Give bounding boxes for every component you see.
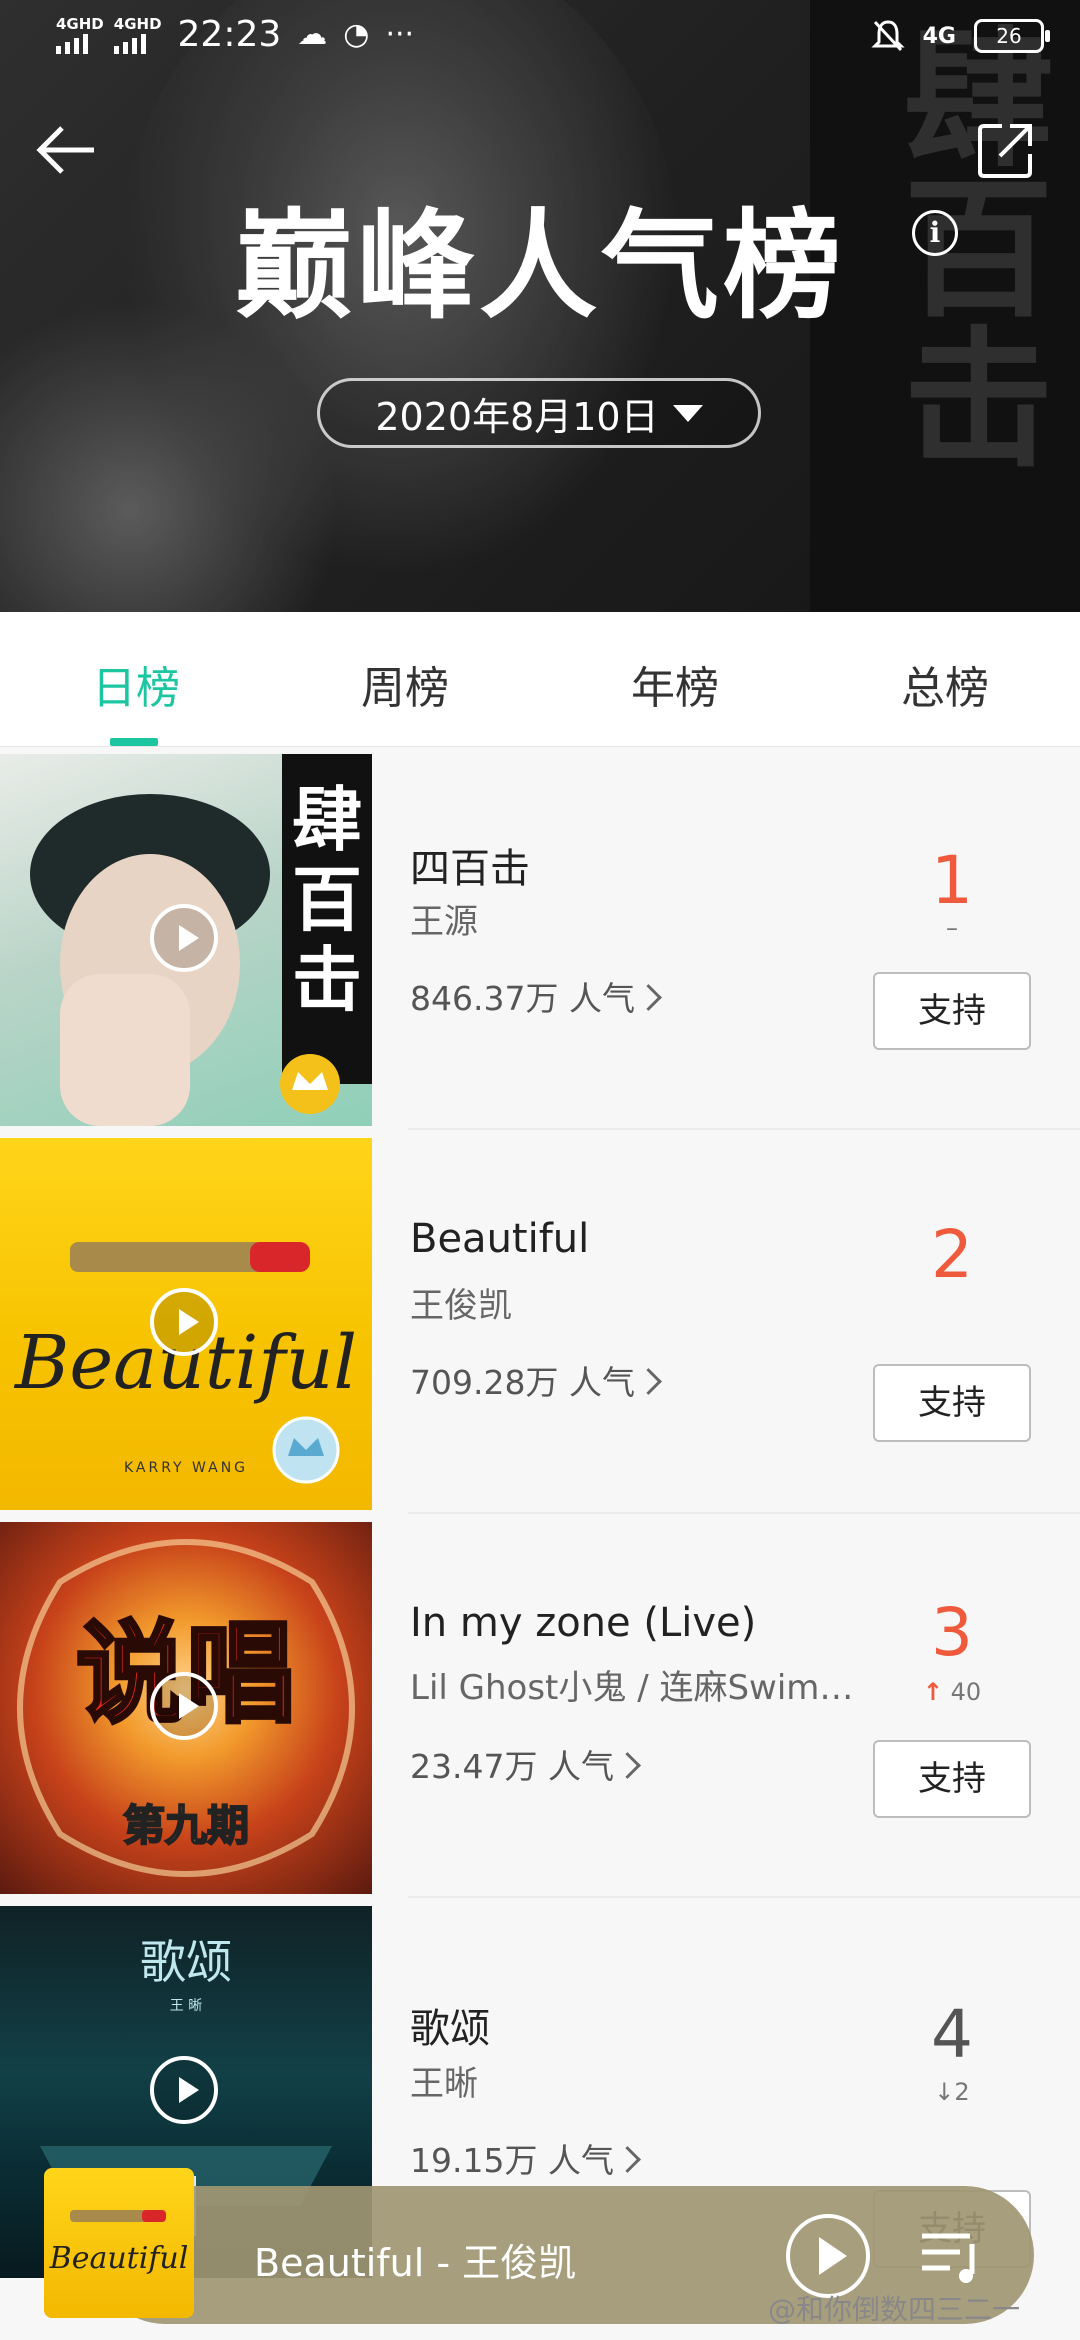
rank-number: 3 (931, 1594, 973, 1671)
rank-trend-down: ↓2 (934, 2078, 970, 2106)
signal-icon: 4GHD (56, 16, 104, 54)
mute-bell-icon (871, 20, 905, 52)
arrow-down-icon: ↓ (934, 2078, 955, 2106)
artist-name: 王源 (410, 902, 478, 942)
play-icon[interactable] (150, 904, 218, 972)
watermark: @和你倒数四三二一 (768, 2293, 1021, 2326)
svg-text:击: 击 (292, 939, 362, 1021)
svg-text:第九期: 第九期 (123, 1801, 249, 1850)
song-title: 四百击 (410, 846, 530, 892)
chevron-right-icon (614, 2146, 641, 2173)
arrow-up-icon: ↑ (922, 1678, 943, 1706)
more-dots-icon: ··· (385, 17, 415, 52)
chevron-right-icon (635, 984, 662, 1011)
rank-trend: – (946, 914, 958, 942)
network-type: 4G (922, 23, 956, 49)
date-selector[interactable]: 2020年8月10日 (317, 378, 761, 448)
list-item[interactable]: Beautiful KARRY WANG Beautiful 王俊凯 709.2… (0, 1130, 1080, 1514)
now-playing-text: Beautiful - 王俊凯 (254, 2241, 577, 2285)
artist-name: 王晰 (410, 2064, 478, 2104)
svg-text:百: 百 (292, 859, 362, 941)
battery-icon: 26 (974, 19, 1050, 53)
album-cover[interactable]: Beautiful KARRY WANG (0, 1138, 372, 1510)
rank-number: 2 (931, 1216, 973, 1293)
support-button[interactable]: 支持 (873, 972, 1031, 1050)
ranking-tabs: 日榜 周榜 年榜 总榜 (0, 612, 1080, 747)
play-icon[interactable] (150, 2056, 218, 2124)
tab-weekly[interactable]: 周榜 (315, 652, 495, 716)
dropdown-triangle-icon (672, 404, 703, 422)
album-cover[interactable]: 说唱 第九期 (0, 1522, 372, 1894)
tab-daily[interactable]: 日榜 (46, 652, 226, 716)
rank-number: 4 (931, 1996, 973, 2073)
info-icon[interactable]: i (912, 210, 958, 256)
cloud-icon: ☁ (297, 17, 328, 52)
song-title: Beautiful (410, 1216, 590, 1262)
date-label: 2020年8月10日 (375, 394, 659, 439)
popularity[interactable]: 23.47万 人气 (410, 1740, 641, 1788)
play-icon[interactable] (150, 1672, 218, 1740)
svg-text:肆: 肆 (292, 779, 362, 861)
popularity[interactable]: 19.15万 人气 (410, 2134, 641, 2182)
artist-name: 王俊凯 (410, 1286, 512, 1326)
support-button[interactable]: 支持 (873, 1740, 1031, 1818)
rank-number: 1 (931, 842, 973, 919)
song-title: 歌颂 (410, 2006, 490, 2052)
playlist-icon[interactable] (918, 2222, 982, 2286)
popularity[interactable]: 846.37万 人气 (410, 972, 662, 1020)
support-button[interactable]: 支持 (873, 1364, 1031, 1442)
artist-name: Lil Ghost小鬼 / 连麻Swim… (410, 1668, 854, 1708)
popularity[interactable]: 709.28万 人气 (410, 1356, 662, 1404)
tab-all-time[interactable]: 总榜 (855, 652, 1035, 716)
svg-text:歌颂: 歌颂 (140, 1935, 232, 1989)
page-title: 巅峰人气榜 (234, 197, 845, 335)
active-tab-indicator (110, 738, 158, 746)
album-cover[interactable]: 肆 百 击 (0, 754, 372, 1126)
chevron-right-icon (614, 1752, 641, 1779)
svg-text:Beautiful: Beautiful (49, 2241, 189, 2276)
list-item[interactable]: 说唱 第九期 In my zone (Live) Lil Ghost小鬼 / 连… (0, 1514, 1080, 1898)
list-item[interactable]: 肆 百 击 四百击 王源 846.37万 人气 1 – 支持 (0, 746, 1080, 1130)
now-playing-cover[interactable]: Beautiful (44, 2168, 194, 2318)
clock: 22:23 (177, 14, 282, 55)
rank-trend-up: ↑ 40 (922, 1678, 982, 1706)
chevron-right-icon (635, 1368, 662, 1395)
cover-art: Beautiful (49, 2210, 189, 2276)
svg-text:KARRY WANG: KARRY WANG (124, 1460, 248, 1476)
speed-icon: ◔ (343, 17, 370, 52)
tab-yearly[interactable]: 年榜 (585, 652, 765, 716)
status-bar: 4GHD 4GHD 22:23 ☁ ◔ ··· 4G 26 (0, 0, 1080, 84)
play-button[interactable] (786, 2214, 870, 2298)
play-icon[interactable] (150, 1288, 218, 1356)
svg-text:王 晰: 王 晰 (170, 1998, 202, 2014)
song-title: In my zone (Live) (410, 1600, 757, 1646)
signal-icon-2: 4GHD (113, 16, 162, 54)
